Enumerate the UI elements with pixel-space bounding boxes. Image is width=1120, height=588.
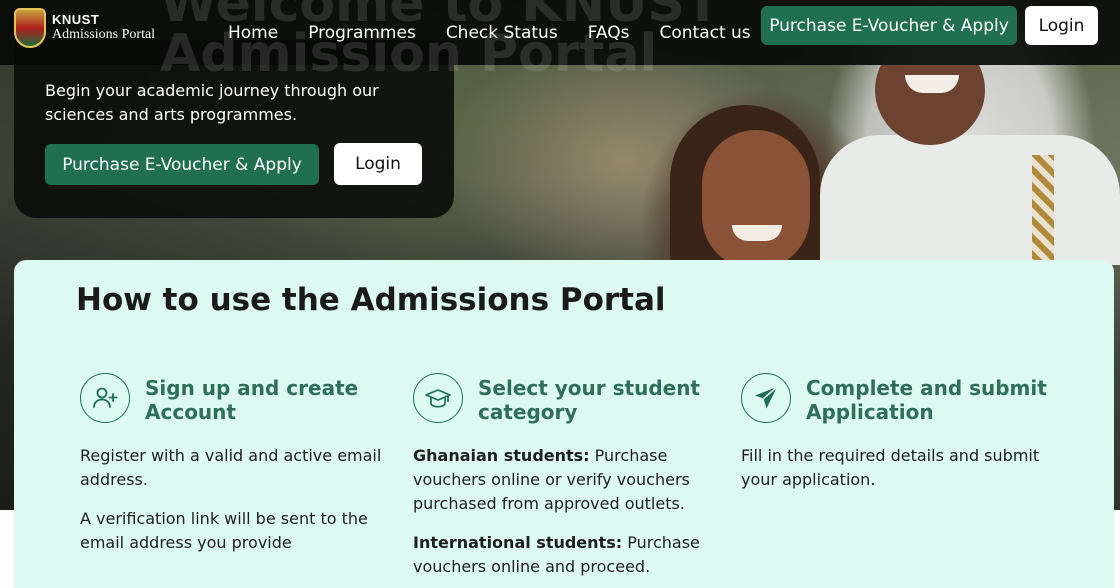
step-body: Fill in the required details and submit … xyxy=(741,444,1051,492)
knust-logo[interactable]: KNUST Admissions Portal xyxy=(14,8,155,48)
step-title: Complete and submit Application xyxy=(806,376,1047,424)
how-to-panel: How to use the Admissions Portal Sign up… xyxy=(14,260,1114,588)
main-nav: Home Programmes Check Status FAQs Contac… xyxy=(228,0,781,65)
nav-contact-us[interactable]: Contact us xyxy=(659,23,750,43)
nav-check-status[interactable]: Check Status xyxy=(446,23,558,43)
step-sign-up: Sign up and create Account Register with… xyxy=(80,373,390,570)
hero-description: Begin your academic journey through our … xyxy=(45,81,379,124)
how-to-title: How to use the Admissions Portal xyxy=(76,282,666,318)
knust-crest-icon xyxy=(14,8,46,48)
top-navbar: Welcome to KNUST Admission Portal KNUST … xyxy=(0,0,1120,80)
nav-faqs[interactable]: FAQs xyxy=(588,23,630,43)
step-select-category: Select your student category Ghanaian st… xyxy=(413,373,713,588)
step-paragraph-label: Ghanaian students: xyxy=(413,446,590,465)
logo-subtitle: Admissions Portal xyxy=(52,27,156,43)
step-complete-submit: Complete and submit Application Fill in … xyxy=(741,373,1051,507)
hero-students-photo xyxy=(670,65,1120,265)
step-paragraph: Ghanaian students: Purchase vouchers onl… xyxy=(413,446,690,513)
step-body: Register with a valid and active email a… xyxy=(80,444,390,555)
hero-login-button[interactable]: Login xyxy=(334,143,422,185)
step-body: Ghanaian students: Purchase vouchers onl… xyxy=(413,444,713,579)
graduation-cap-icon xyxy=(413,373,463,423)
send-icon xyxy=(741,373,791,423)
step-paragraph: International students: Purchase voucher… xyxy=(413,533,700,576)
step-paragraph-label: International students: xyxy=(413,533,623,552)
nav-programmes[interactable]: Programmes xyxy=(308,23,416,43)
logo-title: KNUST xyxy=(52,12,100,28)
step-title: Sign up and create Account xyxy=(145,376,359,424)
step-paragraph: Register with a valid and active email a… xyxy=(80,446,382,489)
step-title: Select your student category xyxy=(478,376,700,424)
hero-purchase-voucher-button[interactable]: Purchase E-Voucher & Apply xyxy=(45,144,319,185)
user-add-icon xyxy=(80,373,130,423)
nav-purchase-voucher-button[interactable]: Purchase E-Voucher & Apply xyxy=(761,6,1017,45)
step-paragraph: A verification link will be sent to the … xyxy=(80,509,368,552)
nav-login-button[interactable]: Login xyxy=(1025,6,1098,45)
step-paragraph: Fill in the required details and submit … xyxy=(741,446,1040,489)
nav-home[interactable]: Home xyxy=(228,23,278,43)
